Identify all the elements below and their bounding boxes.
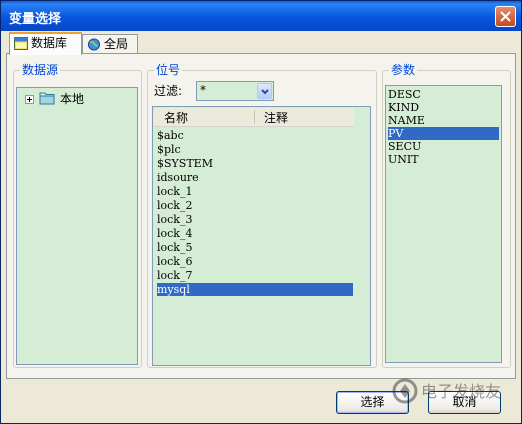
filter-combo[interactable]: * [196,81,274,101]
tag-list-item[interactable]: lock_1 [157,185,192,198]
tag-list-item[interactable]: lock_2 [157,199,192,212]
column-header-comment[interactable]: 注释 [264,109,288,126]
tree-expand-icon[interactable] [25,95,34,104]
tab-global-label: 全局 [104,37,129,51]
tab-database-label: 数据库 [31,36,68,50]
param-list-item[interactable]: UNIT [388,153,419,166]
close-button[interactable] [495,6,516,27]
tag-list-item[interactable]: lock_7 [157,269,192,282]
window-title: 变量选择 [9,12,62,27]
tag-list-item[interactable]: lock_5 [157,241,192,254]
variable-select-dialog: 变量选择 数据库 全局 数据源 本地 位号 过滤: * 名称 注释 $abc $… [0,0,522,424]
param-list[interactable]: DESC KIND NAME PV SECU UNIT [385,85,502,363]
tree-node-label: 本地 [60,92,85,106]
database-icon [14,37,28,50]
datasource-group-label: 数据源 [20,62,61,78]
column-divider[interactable] [254,110,255,124]
param-list-item[interactable]: PV [388,127,499,140]
tag-list-item[interactable]: mysql [157,283,353,296]
filter-dropdown-button[interactable] [257,83,272,99]
title-bar[interactable]: 变量选择 [1,1,521,31]
tree-node-local[interactable]: 本地 [17,88,137,108]
watermark-text: 电子发烧友 [421,382,501,401]
tag-list-item[interactable]: $SYSTEM [157,157,213,170]
tab-global[interactable]: 全局 [82,34,138,55]
tag-list-item[interactable]: idsoure [157,171,199,184]
watermark-logo: 电子发烧友 [392,378,501,404]
column-header-name[interactable]: 名称 [164,109,188,126]
tag-list-item[interactable]: $abc [157,129,184,142]
params-group-label: 参数 [389,62,418,78]
tag-list-item[interactable]: $plc [157,143,181,156]
globe-icon [87,38,101,51]
filter-label: 过滤: [154,84,183,98]
tag-list-item[interactable]: lock_6 [157,255,192,268]
tags-group-label: 位号 [154,62,183,78]
chevron-down-icon [261,89,269,95]
param-list-item[interactable]: SECU [388,140,421,153]
folder-icon [39,92,55,105]
filter-value: * [200,83,206,97]
param-list-item[interactable]: NAME [388,114,425,127]
tag-list[interactable]: 名称 注释 $abc $plc $SYSTEM idsoure lock_1 lock_2… [152,106,371,366]
param-list-item[interactable]: KIND [388,101,419,114]
tab-database[interactable]: 数据库 [9,32,82,55]
param-list-item[interactable]: DESC [388,88,421,101]
datasource-tree[interactable]: 本地 [16,87,138,365]
tag-list-item[interactable]: lock_4 [157,227,192,240]
tag-list-item[interactable]: lock_3 [157,213,192,226]
close-icon [500,11,511,22]
tag-list-header: 名称 注释 [154,108,354,127]
